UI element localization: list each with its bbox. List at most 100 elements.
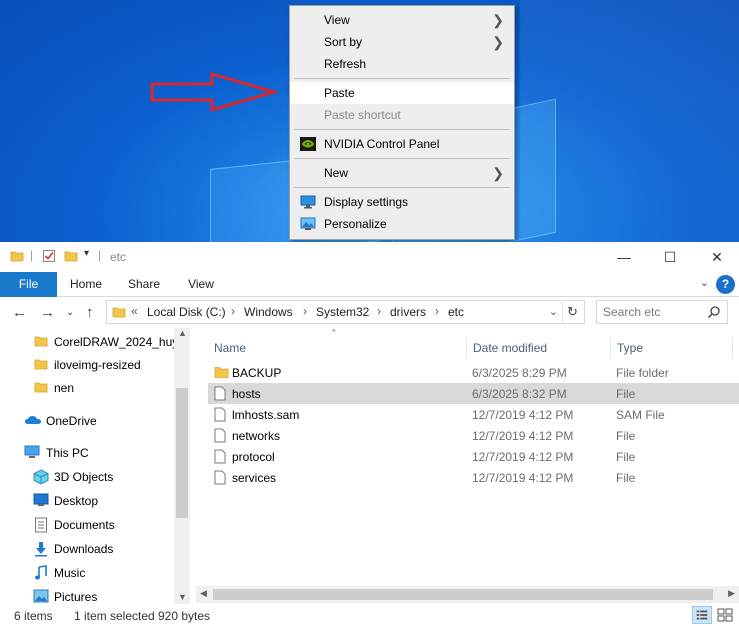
title-bar[interactable]: | ▾ | etc — ☐ ✕ bbox=[0, 242, 739, 272]
file-row-networks[interactable]: networks 12/7/2019 4:12 PM File bbox=[208, 425, 739, 446]
nav-item-nen[interactable]: nen bbox=[0, 377, 175, 399]
new-folder-icon[interactable] bbox=[64, 249, 78, 263]
nav-item-3d-objects[interactable]: 3D Objects bbox=[0, 466, 175, 488]
chevron-down-icon[interactable]: ⌄ bbox=[700, 276, 709, 289]
breadcrumb-system32[interactable]: System32 bbox=[316, 305, 369, 319]
file-date: 12/7/2019 4:12 PM bbox=[472, 408, 574, 422]
nav-item-pictures[interactable]: Pictures bbox=[0, 586, 175, 604]
nav-item-desktop[interactable]: Desktop bbox=[0, 490, 175, 512]
nav-item-downloads[interactable]: Downloads bbox=[0, 538, 175, 560]
nav-item-this-pc[interactable]: This PC bbox=[0, 442, 175, 464]
nav-item-music[interactable]: Music bbox=[0, 562, 175, 584]
breadcrumb-etc[interactable]: etc bbox=[448, 305, 464, 319]
menu-separator bbox=[294, 78, 510, 79]
column-header-size[interactable]: S bbox=[732, 338, 739, 358]
menu-item-sort-by[interactable]: Sort by ❯ bbox=[290, 31, 514, 53]
file-name: networks bbox=[232, 429, 281, 443]
folder-icon bbox=[34, 336, 48, 347]
menu-separator bbox=[294, 187, 510, 188]
file-date: 12/7/2019 4:12 PM bbox=[472, 429, 574, 443]
scrollbar-thumb[interactable] bbox=[176, 388, 188, 518]
large-icons-view-icon[interactable] bbox=[715, 606, 735, 624]
file-name: protocol bbox=[232, 450, 275, 464]
display-icon bbox=[300, 195, 316, 209]
nav-item-label: Desktop bbox=[54, 494, 99, 508]
menu-item-view[interactable]: View ❯ bbox=[290, 9, 514, 31]
nav-item-documents[interactable]: Documents bbox=[0, 514, 175, 536]
file-icon bbox=[214, 470, 226, 485]
scroll-up-icon[interactable]: ▲ bbox=[178, 328, 187, 338]
ribbon: File Home Share View ⌄ ? bbox=[0, 272, 739, 297]
nav-item-coreldraw[interactable]: CorelDRAW_2024_huyn bbox=[0, 331, 185, 353]
file-row-hosts[interactable]: hosts 6/3/2025 8:32 PM File bbox=[208, 383, 739, 404]
file-name: BACKUP bbox=[232, 366, 282, 380]
breadcrumb-separator-icon[interactable]: › bbox=[435, 304, 439, 318]
close-button[interactable]: ✕ bbox=[697, 246, 737, 268]
chevron-right-icon: ❯ bbox=[492, 12, 504, 28]
menu-item-nvidia-control-panel[interactable]: NVIDIA Control Panel bbox=[290, 133, 514, 155]
back-arrow-icon[interactable]: ← bbox=[12, 304, 27, 321]
breadcrumb-separator-icon[interactable]: › bbox=[303, 304, 307, 318]
breadcrumb-drivers[interactable]: drivers bbox=[390, 305, 426, 319]
file-name: services bbox=[232, 471, 277, 485]
desktop-context-menu: View ❯ Sort by ❯ Refresh Paste Paste sho… bbox=[289, 5, 515, 240]
minimize-button[interactable]: — bbox=[604, 246, 644, 268]
search-input[interactable] bbox=[603, 302, 707, 322]
file-row-services[interactable]: services 12/7/2019 4:12 PM File bbox=[208, 467, 739, 488]
scroll-right-icon[interactable]: ▶ bbox=[728, 588, 735, 599]
file-row-backup[interactable]: BACKUP 6/3/2025 8:29 PM File folder bbox=[208, 362, 739, 383]
address-bar[interactable]: « Local Disk (C:) › Windows › System32 ›… bbox=[106, 300, 585, 324]
breadcrumb-separator-icon[interactable]: › bbox=[231, 304, 235, 318]
breadcrumb-local-disk[interactable]: Local Disk (C:) bbox=[147, 305, 226, 319]
file-icon bbox=[214, 386, 226, 401]
menu-item-paste-shortcut: Paste shortcut bbox=[290, 104, 514, 126]
tab-view[interactable]: View bbox=[176, 272, 226, 297]
recent-locations-icon[interactable]: ⌄ bbox=[66, 307, 74, 318]
file-row-protocol[interactable]: protocol 12/7/2019 4:12 PM File bbox=[208, 446, 739, 467]
menu-item-personalize[interactable]: Personalize bbox=[290, 213, 514, 235]
quick-access-dropdown-icon[interactable]: ▾ bbox=[84, 248, 89, 259]
address-overflow[interactable]: « bbox=[131, 304, 138, 318]
breadcrumb-separator-icon[interactable]: › bbox=[377, 304, 381, 318]
forward-arrow-icon[interactable]: → bbox=[40, 304, 55, 321]
nav-item-iloveimg-resized[interactable]: iloveimg-resized bbox=[0, 354, 175, 376]
menu-item-label: New bbox=[324, 166, 349, 180]
status-item-count: 6 items bbox=[14, 609, 53, 623]
chevron-down-icon[interactable]: ⌄ bbox=[549, 305, 558, 318]
toolbar-divider: | bbox=[30, 248, 34, 262]
search-icon[interactable] bbox=[707, 305, 721, 319]
properties-icon[interactable] bbox=[42, 249, 56, 263]
file-list-scrollbar[interactable]: ◀ ▶ bbox=[196, 586, 739, 603]
file-date: 12/7/2019 4:12 PM bbox=[472, 450, 574, 464]
breadcrumb-windows[interactable]: Windows bbox=[244, 305, 293, 319]
scrollbar-thumb[interactable] bbox=[213, 589, 713, 600]
up-arrow-icon[interactable]: ↑ bbox=[86, 304, 94, 321]
nav-item-label: Pictures bbox=[54, 590, 98, 604]
file-type: File bbox=[616, 429, 636, 443]
nav-pane-scrollbar[interactable]: ▲ ▼ bbox=[174, 328, 190, 604]
status-size: 920 bytes bbox=[158, 609, 211, 623]
scroll-left-icon[interactable]: ◀ bbox=[200, 588, 207, 599]
tab-home[interactable]: Home bbox=[60, 272, 112, 297]
menu-item-display-settings[interactable]: Display settings bbox=[290, 191, 514, 213]
nav-item-onedrive[interactable]: OneDrive bbox=[0, 410, 175, 432]
scroll-down-icon[interactable]: ▼ bbox=[178, 592, 187, 602]
details-view-icon[interactable] bbox=[692, 606, 712, 624]
menu-item-refresh[interactable]: Refresh bbox=[290, 53, 514, 75]
file-type: SAM File bbox=[616, 408, 665, 422]
column-header-type[interactable]: Type bbox=[610, 338, 732, 358]
nvidia-icon bbox=[300, 137, 316, 151]
file-row-lmhosts[interactable]: lmhosts.sam 12/7/2019 4:12 PM SAM File bbox=[208, 404, 739, 425]
tab-share[interactable]: Share bbox=[117, 272, 171, 297]
tab-file[interactable]: File bbox=[0, 272, 57, 297]
column-header-name[interactable]: Name bbox=[208, 338, 466, 358]
help-button[interactable]: ? bbox=[716, 275, 735, 294]
column-header-date-modified[interactable]: Date modified bbox=[466, 338, 610, 358]
menu-item-paste[interactable]: Paste bbox=[290, 82, 514, 104]
file-icon bbox=[214, 407, 226, 422]
desktop-background[interactable]: View ❯ Sort by ❯ Refresh Paste Paste sho… bbox=[0, 0, 739, 242]
menu-item-new[interactable]: New ❯ bbox=[290, 162, 514, 184]
maximize-button[interactable]: ☐ bbox=[650, 246, 690, 268]
nav-item-label: nen bbox=[54, 381, 75, 395]
refresh-icon[interactable]: ↻ bbox=[562, 302, 582, 322]
